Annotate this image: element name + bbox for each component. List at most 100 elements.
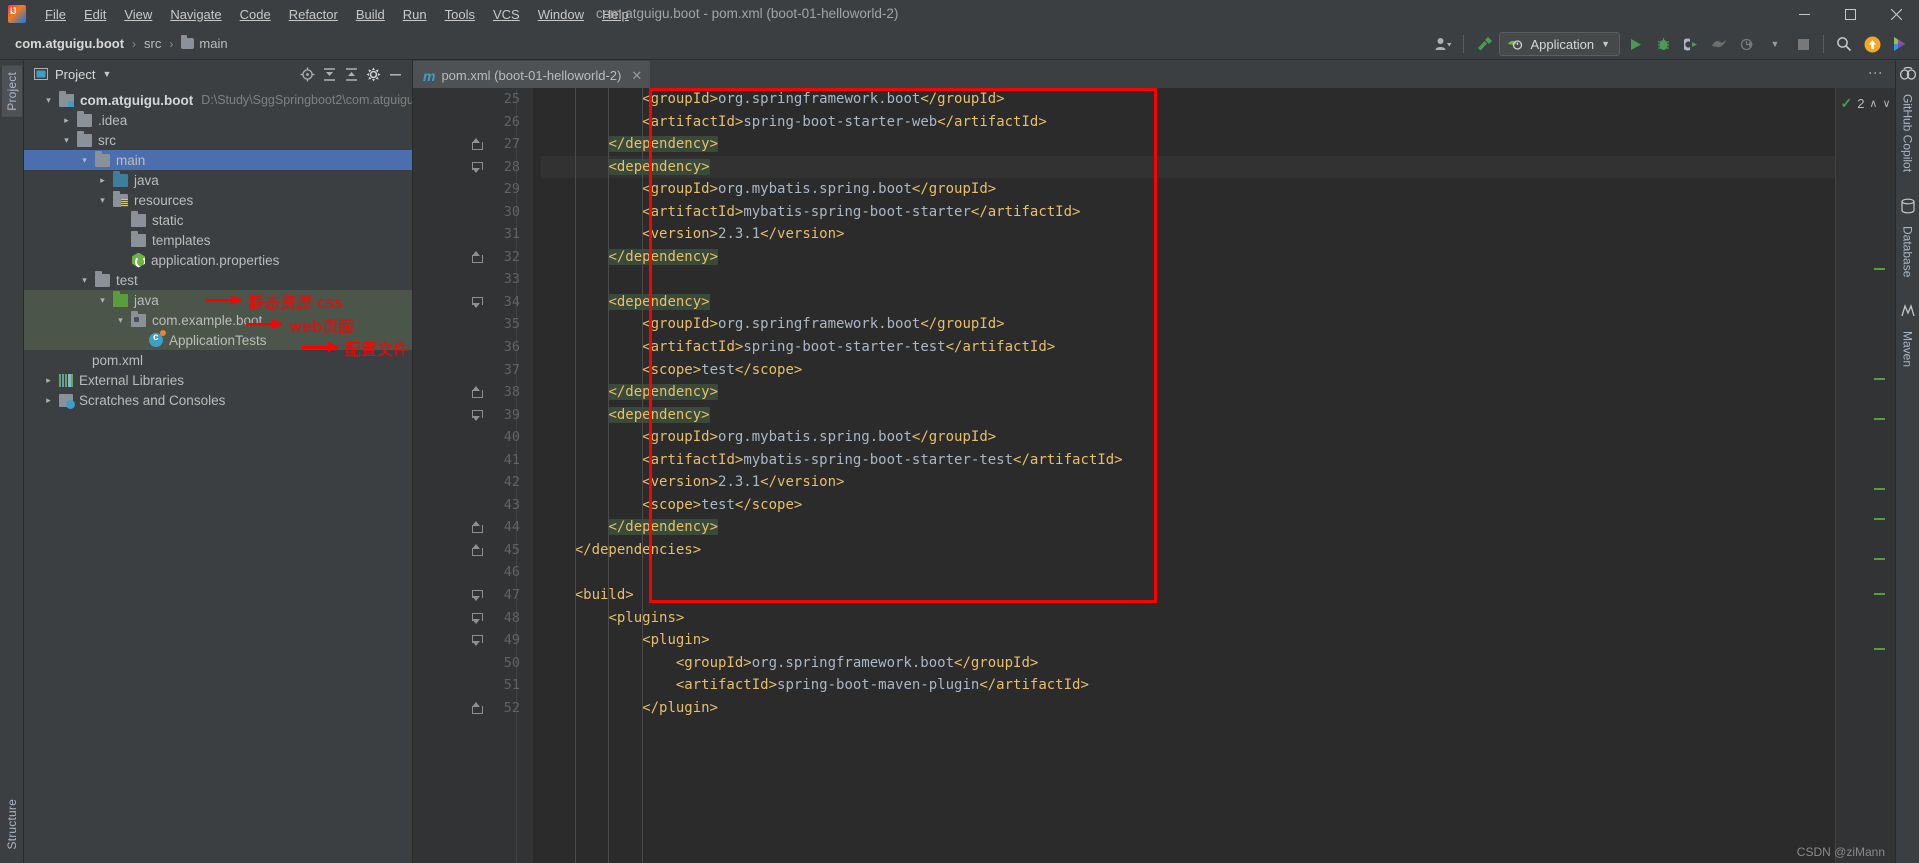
- tree-node-application-properties[interactable]: application.properties: [24, 250, 412, 270]
- code-fold-icon[interactable]: [471, 250, 483, 263]
- sidebar-item-database[interactable]: Database: [1898, 220, 1918, 283]
- inspection-widget[interactable]: ✓ 2 ∧ ∨: [1836, 88, 1895, 118]
- line-number[interactable]: 31: [413, 223, 533, 246]
- code-line[interactable]: [541, 561, 1835, 584]
- line-number[interactable]: 47: [413, 584, 533, 607]
- code-line[interactable]: <groupId>org.mybatis.spring.boot</groupI…: [541, 426, 1835, 449]
- chevron-down-icon[interactable]: ▼: [102, 69, 111, 79]
- tree-node-src[interactable]: src: [24, 130, 412, 150]
- tree-node-static[interactable]: static: [24, 210, 412, 230]
- line-number[interactable]: 46: [413, 561, 533, 584]
- code-line[interactable]: <build>: [541, 584, 1835, 607]
- gutter-marker[interactable]: [1874, 378, 1885, 380]
- line-number[interactable]: 50: [413, 652, 533, 675]
- menu-refactor[interactable]: Refactor: [280, 3, 347, 26]
- menu-edit[interactable]: Edit: [75, 3, 115, 26]
- line-number[interactable]: 25: [413, 88, 533, 111]
- code-fold-icon[interactable]: [471, 589, 483, 602]
- code-fold-icon[interactable]: [471, 701, 483, 714]
- code-line[interactable]: <scope>test</scope>: [541, 494, 1835, 517]
- menu-build[interactable]: Build: [347, 3, 394, 26]
- select-opened-file-button[interactable]: [296, 63, 318, 85]
- code-line[interactable]: <dependency>: [541, 291, 1835, 314]
- close-button[interactable]: [1873, 0, 1919, 28]
- line-number[interactable]: 48: [413, 607, 533, 630]
- tree-node--idea[interactable]: .idea: [24, 110, 412, 130]
- tree-node-templates[interactable]: templates: [24, 230, 412, 250]
- menu-window[interactable]: Window: [529, 3, 593, 26]
- gutter-marker[interactable]: [1874, 518, 1885, 520]
- breadcrumb-item-project[interactable]: com.atguigu.boot: [12, 34, 127, 53]
- line-number[interactable]: 51: [413, 674, 533, 697]
- chevron-right-icon[interactable]: [42, 395, 55, 406]
- previous-problem-button[interactable]: ∧: [1869, 97, 1877, 110]
- chevron-down-icon[interactable]: [42, 95, 55, 106]
- chevron-down-icon[interactable]: [78, 155, 91, 166]
- code-fold-icon[interactable]: [471, 386, 483, 399]
- menu-tools[interactable]: Tools: [436, 3, 484, 26]
- code-line[interactable]: <groupId>org.springframework.boot</group…: [541, 88, 1835, 111]
- tree-node-main[interactable]: main: [24, 150, 412, 170]
- close-tab-button[interactable]: ✕: [631, 68, 642, 84]
- project-tree[interactable]: com.atguigu.boot D:\Study\SggSpringboot2\…: [24, 88, 412, 863]
- chevron-down-icon[interactable]: [96, 295, 109, 306]
- attach-profiler-button[interactable]: [1734, 31, 1760, 57]
- code-fold-icon[interactable]: [471, 161, 483, 173]
- menu-view[interactable]: View: [115, 3, 161, 26]
- tree-node-com-atguigu-boot[interactable]: com.atguigu.boot D:\Study\SggSpringboot2\…: [24, 90, 412, 110]
- chevron-down-icon[interactable]: [114, 315, 127, 326]
- gutter-marker[interactable]: [1874, 418, 1885, 420]
- code-line[interactable]: <version>2.3.1</version>: [541, 223, 1835, 246]
- gutter-marker[interactable]: [1874, 558, 1885, 560]
- chevron-right-icon[interactable]: [42, 375, 55, 386]
- code-fold-icon[interactable]: [471, 521, 483, 534]
- sidebar-item-github-copilot[interactable]: GitHub Copilot: [1898, 88, 1918, 178]
- gutter-marker[interactable]: [1874, 488, 1885, 490]
- chevron-down-icon[interactable]: [60, 135, 73, 146]
- line-number[interactable]: 43: [413, 494, 533, 517]
- chevron-down-icon[interactable]: [78, 275, 91, 286]
- user-account-button[interactable]: [1430, 31, 1456, 57]
- breadcrumb-item-src[interactable]: src: [141, 34, 164, 53]
- code-line[interactable]: <plugin>: [541, 629, 1835, 652]
- editor-tab-pom-xml[interactable]: m pom.xml (boot-01-helloworld-2) ✕: [413, 61, 651, 88]
- code-editor[interactable]: 25 26 27 28 29 30 31 32 33 34 35 36 37 38 39 40 41 42 43 44…: [413, 88, 1895, 863]
- line-number[interactable]: 44: [413, 516, 533, 539]
- line-number[interactable]: 41: [413, 449, 533, 472]
- next-problem-button[interactable]: ∨: [1882, 97, 1890, 110]
- panel-settings-button[interactable]: [362, 63, 384, 85]
- line-number[interactable]: 26: [413, 111, 533, 134]
- line-number[interactable]: 27: [413, 133, 533, 156]
- line-number[interactable]: 33: [413, 268, 533, 291]
- sidebar-item-structure[interactable]: Structure: [2, 793, 22, 856]
- minimize-button[interactable]: [1781, 0, 1827, 28]
- code-fold-icon[interactable]: [471, 634, 483, 647]
- menu-navigate[interactable]: Navigate: [161, 3, 230, 26]
- line-number[interactable]: 37: [413, 359, 533, 382]
- line-number[interactable]: 49: [413, 629, 533, 652]
- code-line[interactable]: <artifactId>spring-boot-maven-plugin</ar…: [541, 674, 1835, 697]
- code-line[interactable]: <scope>test</scope>: [541, 359, 1835, 382]
- code-line[interactable]: [541, 268, 1835, 291]
- code-fold-icon[interactable]: [471, 296, 483, 308]
- line-number[interactable]: 42: [413, 471, 533, 494]
- code-line[interactable]: </dependency>: [541, 381, 1835, 404]
- tree-node-external-libraries[interactable]: External Libraries: [24, 370, 412, 390]
- plugin-button[interactable]: [1887, 31, 1913, 57]
- chevron-right-icon[interactable]: [96, 175, 109, 186]
- code-fold-icon[interactable]: [471, 612, 483, 624]
- attach-dropdown-button[interactable]: ▼: [1762, 31, 1788, 57]
- code-line[interactable]: <artifactId>spring-boot-starter-test</ar…: [541, 336, 1835, 359]
- line-number[interactable]: 34: [413, 291, 533, 314]
- more-options-icon[interactable]: ⋮: [1868, 66, 1884, 80]
- code-line[interactable]: <artifactId>mybatis-spring-boot-starter-…: [541, 449, 1835, 472]
- code-fold-icon[interactable]: [471, 543, 483, 556]
- updates-button[interactable]: [1859, 31, 1885, 57]
- code-line[interactable]: <groupId>org.springframework.boot</group…: [541, 652, 1835, 675]
- code-line[interactable]: </dependency>: [541, 516, 1835, 539]
- chevron-right-icon[interactable]: [60, 115, 73, 126]
- code-line[interactable]: </dependency>: [541, 133, 1835, 156]
- editor-gutter[interactable]: 25 26 27 28 29 30 31 32 33 34 35 36 37 38 39 40 41 42 43 44…: [413, 88, 533, 863]
- sidebar-item-maven[interactable]: Maven: [1898, 325, 1918, 373]
- code-line[interactable]: <groupId>org.mybatis.spring.boot</groupI…: [541, 178, 1835, 201]
